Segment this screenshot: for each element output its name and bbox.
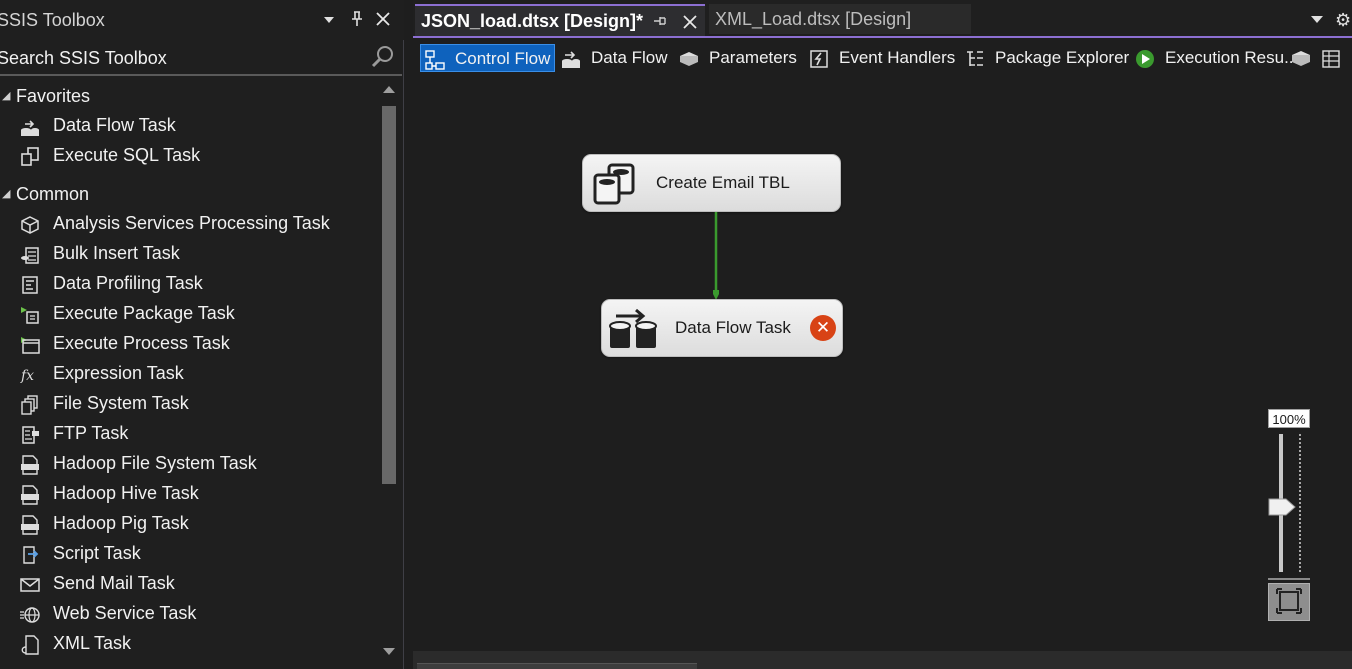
list-item[interactable]: Data Flow Task [0, 111, 370, 141]
precedence-constraint-arrow[interactable] [713, 212, 719, 304]
grid-icon [1322, 50, 1340, 68]
data-flow-task-icon [609, 308, 657, 348]
tab-title: JSON_load.dtsx [Design]* [421, 11, 644, 31]
expanded-triangle-icon: ◢ [2, 188, 11, 200]
control-flow-icon [425, 50, 445, 70]
event-handlers-icon [810, 50, 828, 68]
zoom-slider-thumb[interactable] [1268, 498, 1296, 516]
list-item[interactable]: Web Service Task [0, 599, 370, 629]
tab-json-load[interactable]: JSON_load.dtsx [Design]* [415, 4, 705, 36]
tab-grid-view[interactable] [1317, 44, 1347, 72]
expression-fx-icon: fx [20, 368, 34, 384]
tab-title: XML_Load.dtsx [Design] [715, 9, 912, 29]
tab-event-handlers[interactable]: Event Handlers [805, 44, 955, 72]
toolbox-header: SSIS Toolbox [0, 0, 404, 40]
control-flow-canvas[interactable]: Create Email TBL Data Flow Task ✕ 100% [413, 76, 1352, 651]
bulk-insert-icon [21, 247, 39, 264]
designer-tab-bar: Control Flow Data Flow Parameters Event … [413, 40, 1352, 74]
svg-text:fx: fx [20, 368, 34, 384]
toolbox-list: ◢ Favorites Data Flow Task Execute SQL T… [0, 80, 376, 669]
toolbox-search-row [0, 40, 402, 76]
tab-parameters[interactable]: Parameters [675, 44, 797, 72]
task-create-email-tbl[interactable]: Create Email TBL [582, 154, 841, 212]
globe-icon [20, 607, 40, 623]
expanded-triangle-icon: ◢ [2, 90, 11, 102]
ftp-icon [22, 426, 39, 444]
cube-icon [21, 216, 39, 234]
tab-data-flow[interactable]: Data Flow [557, 44, 669, 72]
list-item[interactable]: Script Task [0, 539, 370, 569]
execute-sql-task-icon [21, 147, 39, 166]
xml-icon [21, 635, 39, 655]
hive-icon [21, 485, 39, 505]
list-item[interactable]: FTP Task [0, 419, 370, 449]
tab-list-dropdown-icon[interactable] [1311, 16, 1323, 23]
task-data-flow[interactable]: Data Flow Task ✕ [601, 299, 843, 357]
zoom-level-label: 100% [1268, 409, 1310, 428]
search-input[interactable] [0, 46, 357, 70]
ssis-toolbox-panel: SSIS Toolbox ◢ Favorites Data Flow Task … [0, 0, 404, 669]
toolbox-scrollbar[interactable] [378, 80, 400, 669]
tab-xml-load[interactable]: XML_Load.dtsx [Design] [709, 4, 971, 34]
list-item[interactable]: Execute Package Task [0, 299, 370, 329]
close-icon[interactable] [372, 8, 394, 30]
list-item[interactable]: XML Task [0, 629, 370, 659]
list-item[interactable]: Hadoop Pig Task [0, 509, 370, 539]
data-profiling-icon [22, 276, 38, 294]
execute-process-icon [21, 337, 40, 354]
tab-connection-managers[interactable] [1287, 44, 1317, 72]
box-icon [1292, 51, 1310, 66]
toolbox-title: SSIS Toolbox [0, 10, 105, 30]
zoom-slider-ticks [1299, 434, 1303, 572]
package-explorer-icon [967, 51, 983, 66]
execute-package-icon [21, 307, 39, 324]
scroll-down-arrow-icon[interactable] [383, 648, 395, 655]
list-item[interactable]: Data Profiling Task [0, 269, 370, 299]
search-icon[interactable] [370, 44, 396, 70]
mail-icon [20, 578, 40, 592]
group-favorites[interactable]: ◢ Favorites [0, 82, 370, 110]
task-label: Data Flow Task [675, 318, 791, 337]
list-item[interactable]: Analysis Services Processing Task [0, 209, 370, 239]
zoom-divider [1268, 578, 1310, 580]
tab-package-explorer[interactable]: Package Explorer [961, 44, 1129, 72]
tab-control-flow[interactable]: Control Flow [420, 44, 555, 72]
scroll-up-arrow-icon[interactable] [383, 86, 395, 93]
list-item[interactable]: Hadoop File System Task [0, 449, 370, 479]
scrollbar-thumb[interactable] [417, 663, 697, 669]
parameters-icon [680, 52, 698, 66]
data-flow-icon [562, 51, 580, 68]
scrollbar-thumb[interactable] [382, 106, 396, 484]
task-label: Create Email TBL [656, 173, 790, 192]
hdfs-icon [21, 455, 39, 475]
list-item[interactable]: File System Task [0, 389, 370, 419]
execute-sql-task-icon [593, 163, 635, 205]
list-item[interactable]: fx Expression Task [0, 359, 370, 389]
document-area: JSON_load.dtsx [Design]* XML_Load.dtsx [… [413, 0, 1352, 669]
document-tab-strip: JSON_load.dtsx [Design]* XML_Load.dtsx [… [413, 0, 1352, 38]
chevron-down-icon[interactable] [318, 8, 340, 30]
list-item[interactable]: Send Mail Task [0, 569, 370, 599]
gear-icon[interactable]: ⚙ [1335, 10, 1351, 31]
pin-tab-icon[interactable] [651, 12, 669, 30]
fit-to-window-icon [1276, 588, 1302, 614]
canvas-horizontal-scrollbar[interactable] [413, 651, 1352, 669]
error-icon[interactable]: ✕ [810, 315, 836, 341]
play-icon [1136, 50, 1154, 68]
data-flow-task-icon [21, 120, 39, 136]
list-item[interactable]: Hadoop Hive Task [0, 479, 370, 509]
zoom-to-fit-button[interactable] [1268, 583, 1310, 621]
pin-icon[interactable] [346, 8, 368, 30]
list-item[interactable]: Execute SQL Task [0, 141, 370, 171]
tab-execution-results[interactable]: Execution Resu.. [1131, 44, 1294, 72]
pig-icon [21, 515, 39, 535]
close-tab-icon[interactable] [681, 10, 699, 37]
group-common[interactable]: ◢ Common [0, 180, 370, 208]
file-system-icon [21, 395, 38, 415]
list-item[interactable]: Execute Process Task [0, 329, 370, 359]
list-item[interactable]: Bulk Insert Task [0, 239, 370, 269]
script-icon [23, 546, 39, 564]
